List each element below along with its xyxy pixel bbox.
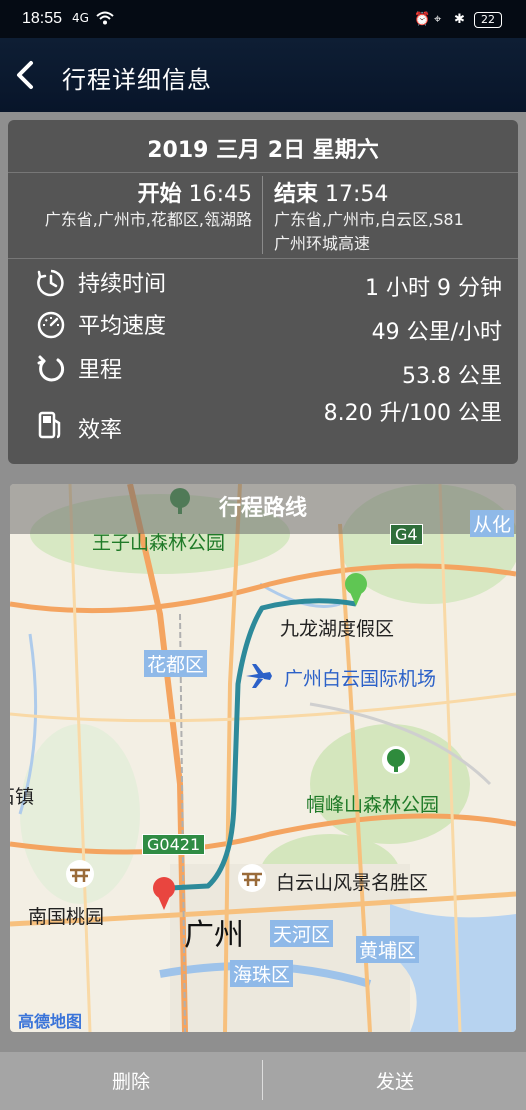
app-bar: 行程详细信息 — [0, 38, 526, 112]
end-header: 结束 17:54 — [274, 176, 388, 208]
start-label: 开始 — [137, 182, 182, 207]
delete-button[interactable]: 删除 — [0, 1052, 262, 1110]
bottom-action-bar: 删除 发送 — [0, 1052, 526, 1110]
map-label: 海珠区 — [230, 960, 294, 987]
map-label: 帽峰山森林公园 — [306, 794, 440, 816]
status-bar: 18:55 4G ⏰ ⌖ ✱ 22 — [0, 0, 526, 38]
map-label: 九龙湖度假区 — [280, 618, 395, 640]
fuel-pump-icon — [38, 411, 61, 439]
mileage-icon — [37, 355, 65, 382]
map-label: 广州 — [184, 918, 244, 953]
start-header: 开始 16:45 — [138, 176, 252, 208]
map-label: 广州白云国际机场 — [284, 668, 437, 690]
stat-label: 里程 — [78, 358, 123, 383]
map-title: 行程路线 — [10, 484, 516, 534]
signal-icon: 4G — [72, 11, 89, 25]
map-provider-logo: 高德地图 — [18, 1012, 83, 1031]
map-label: 天河区 — [270, 920, 334, 947]
stat-value: 1 小时 9 分钟 — [365, 276, 502, 301]
back-icon[interactable] — [10, 56, 44, 94]
speedometer-icon — [37, 311, 65, 339]
trip-date: 2019 三月 2日 星期六 — [147, 138, 379, 163]
map-road-label: G0421 — [142, 834, 206, 855]
wifi-icon — [96, 11, 114, 25]
stat-label: 平均速度 — [78, 314, 167, 339]
map-label: 白云山风景名胜区 — [276, 872, 429, 894]
trip-summary-card: 2019 三月 2日 星期六 开始 16:45 广东省,广州市,花都区,瓴湖路 … — [8, 120, 518, 464]
start-address: 广东省,广州市,花都区,瓴湖路 — [44, 210, 252, 229]
scenic-spot-icon — [66, 860, 94, 888]
status-time: 18:55 — [22, 10, 63, 27]
bluetooth-icon: ✱ — [454, 12, 465, 27]
start-time: 16:45 — [188, 182, 252, 207]
battery-icon: 22 — [474, 12, 502, 28]
map-label: 石镇 — [10, 786, 35, 808]
stat-value: 49 公里/小时 — [371, 320, 502, 345]
stat-value: 53.8 公里 — [402, 364, 502, 389]
map-road-label: G4 — [390, 524, 423, 545]
scenic-spot-icon — [238, 864, 266, 892]
location-icon: ⌖ — [434, 12, 442, 27]
map-label: 花都区 — [144, 650, 208, 677]
map-background — [10, 484, 516, 1032]
map-label: 从化 — [470, 510, 515, 537]
park-icon — [382, 746, 410, 774]
end-label: 结束 — [274, 182, 319, 207]
divider — [8, 258, 518, 259]
alarm-icon: ⏰ — [414, 12, 431, 27]
map-label: 王子山森林公园 — [92, 532, 226, 554]
divider-vertical — [262, 1060, 263, 1100]
end-address: 广东省,广州市,白云区,S81广州环城高速 — [274, 210, 464, 253]
divider — [8, 172, 518, 173]
end-time: 17:54 — [325, 182, 389, 207]
stat-label: 效率 — [78, 418, 123, 443]
page-title: 行程详细信息 — [62, 66, 212, 94]
stat-label: 持续时间 — [78, 272, 167, 297]
stat-value: 8.20 升/100 公里 — [323, 401, 502, 426]
route-map[interactable]: 行程路线 王子山森林公园 G4 从化 九龙湖度假区 花都区 广州白云国际机场 帽… — [10, 484, 516, 1032]
divider-vertical — [262, 176, 263, 254]
map-label: 南国桃园 — [28, 906, 105, 928]
timer-icon — [37, 269, 64, 297]
send-button[interactable]: 发送 — [264, 1052, 526, 1110]
map-label: 黄埔区 — [356, 936, 420, 963]
airport-icon — [246, 664, 272, 688]
